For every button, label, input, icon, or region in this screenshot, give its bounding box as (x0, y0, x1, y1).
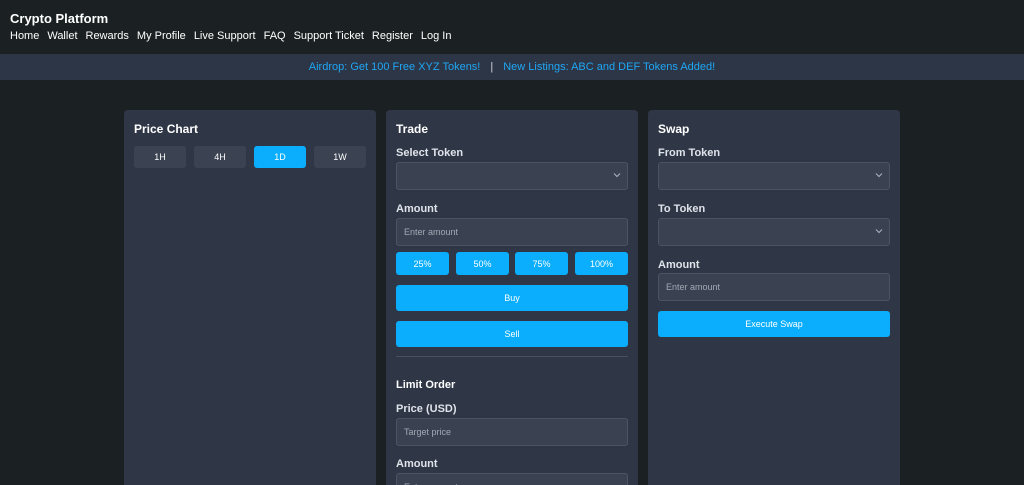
chevron-down-icon (875, 173, 883, 178)
execute-swap-button[interactable]: Execute Swap (658, 311, 890, 337)
select-token-dropdown[interactable] (396, 162, 628, 190)
timeframe-1d-button[interactable]: 1D (254, 146, 306, 168)
nav-log-in[interactable]: Log In (421, 30, 452, 42)
price-chart-card: Price Chart 1H 4H 1D 1W (124, 110, 376, 485)
limit-amount-input[interactable]: Enter amount (396, 473, 628, 485)
buy-button[interactable]: Buy (396, 285, 628, 311)
chevron-down-icon (875, 229, 883, 234)
limit-price-label: Price (USD) (396, 403, 457, 415)
limit-amount-label: Amount (396, 458, 438, 470)
new-listings-link[interactable]: New Listings: ABC and DEF Tokens Added! (503, 61, 715, 73)
from-token-dropdown[interactable] (658, 162, 890, 190)
nav-wallet[interactable]: Wallet (47, 30, 77, 42)
trade-title: Trade (396, 122, 429, 136)
trade-amount-input[interactable]: Enter amount (396, 218, 628, 246)
percent-25-button[interactable]: 25% (396, 252, 449, 275)
nav-register[interactable]: Register (372, 30, 413, 42)
timeframe-4h-button[interactable]: 4H (194, 146, 246, 168)
swap-amount-label: Amount (658, 259, 700, 271)
to-token-label: To Token (658, 203, 706, 215)
timeframe-1w-button[interactable]: 1W (314, 146, 366, 168)
chevron-down-icon (613, 173, 621, 178)
swap-amount-input[interactable]: Enter amount (658, 273, 890, 301)
timeframe-1h-button[interactable]: 1H (134, 146, 186, 168)
limit-order-title: Limit Order (396, 379, 456, 391)
trade-card: Trade Select Token Amount Enter amount 2… (386, 110, 638, 485)
from-token-label: From Token (658, 147, 721, 159)
trade-divider (396, 356, 628, 357)
select-token-label: Select Token (396, 147, 464, 159)
limit-price-input[interactable]: Target price (396, 418, 628, 446)
nav-faq[interactable]: FAQ (264, 30, 286, 42)
swap-card: Swap From Token To Token Amount Enter am… (648, 110, 900, 485)
sell-button[interactable]: Sell (396, 321, 628, 347)
nav-home[interactable]: Home (10, 30, 39, 42)
price-chart-title: Price Chart (134, 122, 199, 136)
nav-support-ticket[interactable]: Support Ticket (294, 30, 364, 42)
top-header: Crypto Platform Home Wallet Rewards My P… (0, 0, 1024, 52)
percent-75-button[interactable]: 75% (515, 252, 568, 275)
trade-amount-label: Amount (396, 203, 438, 215)
to-token-dropdown[interactable] (658, 218, 890, 246)
main-nav: Home Wallet Rewards My Profile Live Supp… (10, 30, 451, 42)
airdrop-link[interactable]: Airdrop: Get 100 Free XYZ Tokens! (309, 61, 481, 73)
announcement-separator: | (490, 61, 494, 73)
nav-live-support[interactable]: Live Support (194, 30, 256, 42)
percent-100-button[interactable]: 100% (575, 252, 628, 275)
nav-rewards[interactable]: Rewards (86, 30, 129, 42)
percent-50-button[interactable]: 50% (456, 252, 509, 275)
announcement-bar: Airdrop: Get 100 Free XYZ Tokens! | New … (0, 54, 1024, 80)
swap-title: Swap (658, 122, 690, 136)
brand-title[interactable]: Crypto Platform (10, 11, 108, 26)
nav-my-profile[interactable]: My Profile (137, 30, 186, 42)
